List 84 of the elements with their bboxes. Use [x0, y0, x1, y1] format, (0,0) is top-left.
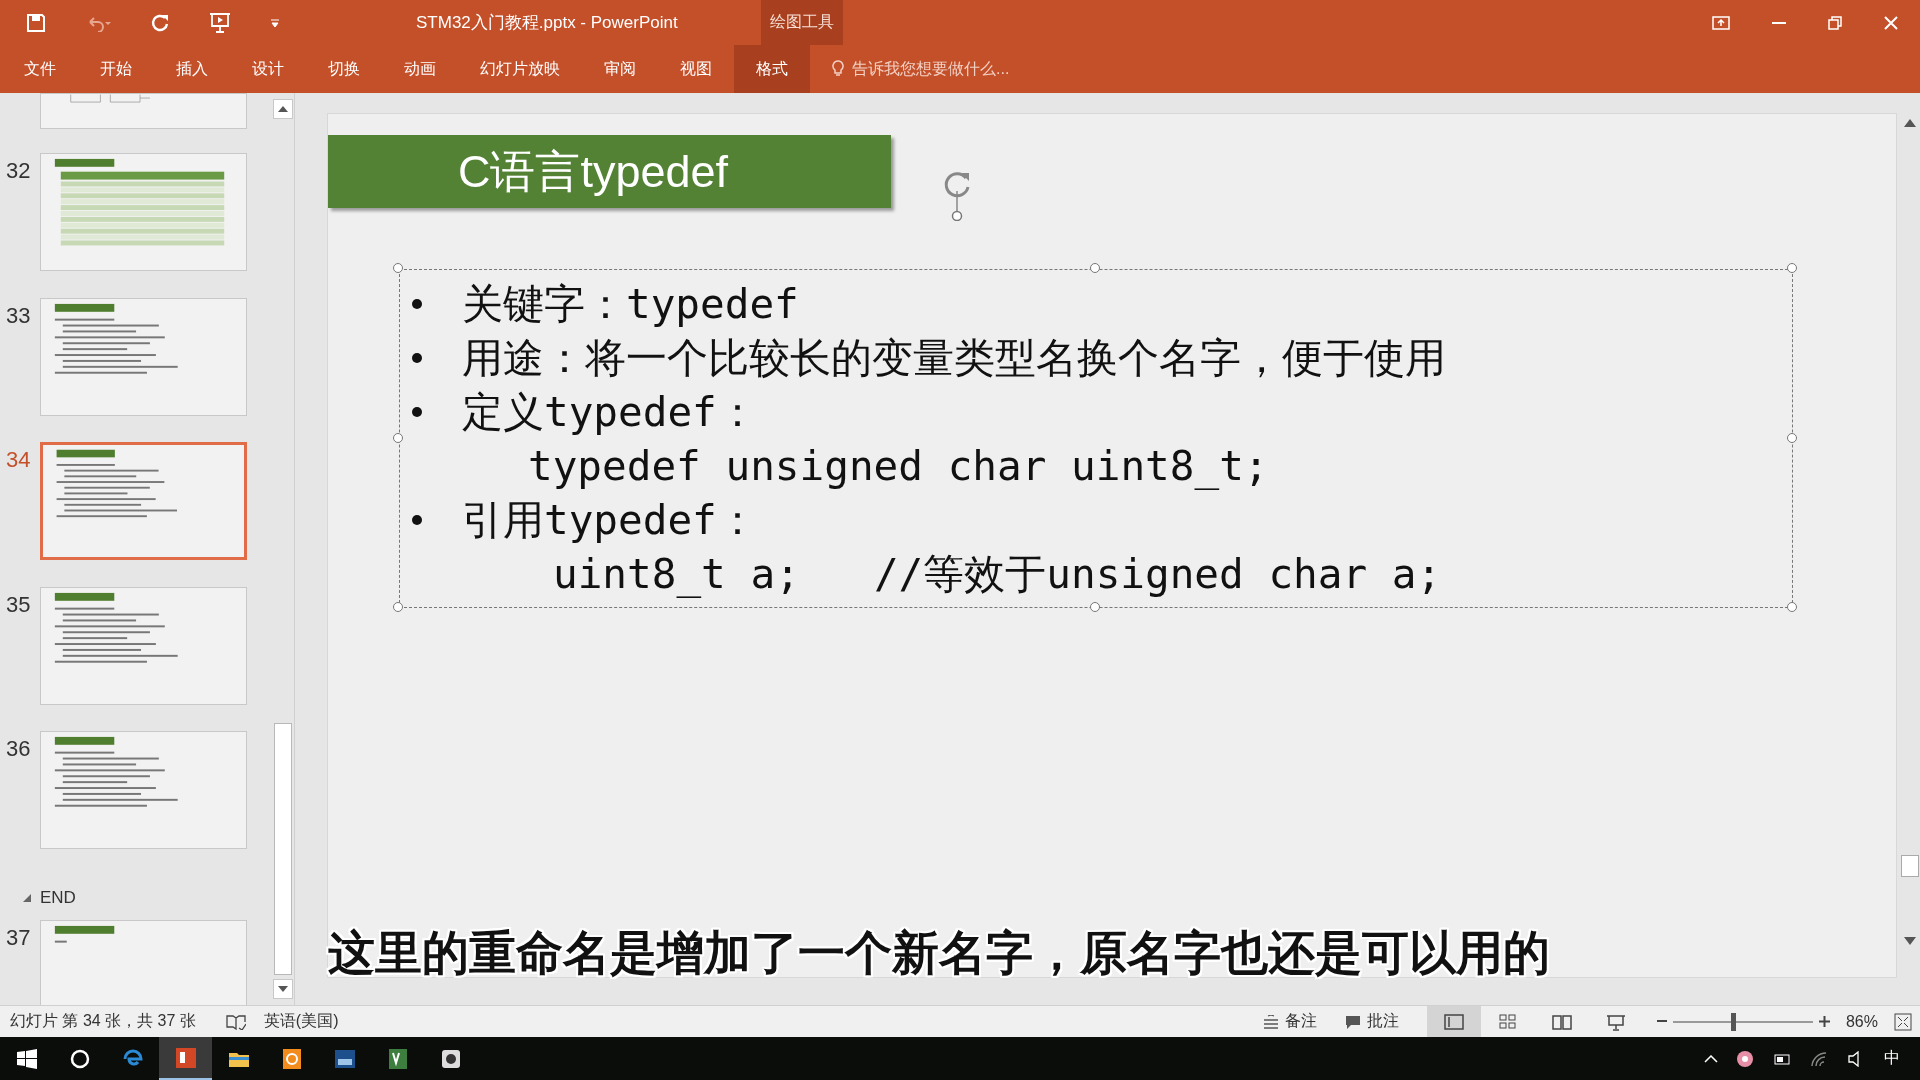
slide-number: 37: [5, 923, 32, 951]
battery-icon[interactable]: [1772, 1051, 1792, 1066]
view-icon: [1442, 1011, 1465, 1032]
dropdown-icon[interactable]: [270, 17, 280, 28]
zoom-out-icon[interactable]: [1656, 1020, 1667, 1023]
bullet-text: 关键字：typedef: [462, 278, 799, 330]
slide-thumbnail[interactable]: [40, 93, 247, 129]
slide-number: 35: [5, 590, 32, 618]
flower-icon[interactable]: [1736, 1049, 1754, 1068]
resize-handle[interactable]: [393, 263, 403, 273]
scrollbar-thumb[interactable]: [274, 723, 292, 975]
taskbar-app-icon[interactable]: [159, 1037, 212, 1080]
slide-number: 36: [5, 735, 32, 762]
comments-button[interactable]: 批注: [1344, 1011, 1399, 1032]
ribbon-tab[interactable]: 审阅: [582, 45, 658, 93]
resize-handle[interactable]: [1787, 263, 1797, 273]
save-icon[interactable]: [26, 12, 46, 33]
zoom-percent[interactable]: 86%: [1845, 1012, 1878, 1031]
bullet-icon: [412, 299, 422, 309]
resize-handle[interactable]: [393, 602, 403, 612]
chevron-up-icon[interactable]: [1704, 1054, 1718, 1063]
slide-thumbnail[interactable]: [40, 731, 247, 849]
language-label[interactable]: 英语(美国): [263, 1011, 339, 1032]
slide-thumbnail[interactable]: [40, 297, 247, 416]
tell-me-field[interactable]: 告诉我您想要做什么...: [850, 59, 1054, 79]
view-button[interactable]: [1426, 1006, 1481, 1037]
window-title: STM32入门教程.pptx - PowerPoint: [416, 12, 679, 34]
ribbon-tab[interactable]: 动画: [382, 45, 458, 93]
slide-number: 33: [5, 301, 32, 329]
resize-handle[interactable]: [1090, 602, 1100, 612]
scrollbar-thumb[interactable]: [1900, 855, 1919, 877]
ribbon-tab[interactable]: 设计: [230, 45, 306, 93]
fit-window-icon[interactable]: [1894, 1012, 1912, 1031]
slide-thumbnail[interactable]: [40, 586, 247, 705]
resize-handle[interactable]: [1787, 602, 1797, 612]
ribbon-tab[interactable]: 格式: [734, 45, 810, 93]
ribbon-tab[interactable]: 幻灯片放映: [458, 45, 582, 93]
presentation-icon[interactable]: [208, 11, 232, 34]
zoom-in-icon[interactable]: [1818, 1016, 1830, 1027]
close-icon[interactable]: [1884, 15, 1898, 30]
slide-thumbnail[interactable]: [40, 442, 247, 560]
ribbon-tab[interactable]: 文件: [0, 45, 78, 93]
slide-number: 32: [5, 157, 32, 184]
scroll-up-icon[interactable]: [1903, 119, 1916, 127]
scroll-down-icon[interactable]: [1903, 937, 1916, 945]
section-title[interactable]: END: [40, 887, 76, 908]
context-tab-group: 绘图工具: [761, 0, 843, 45]
view-icon: [1496, 1011, 1519, 1032]
code-line: uint8_t a; //等效于unsigned char a;: [553, 548, 1442, 600]
spellcheck-icon[interactable]: [225, 1013, 246, 1030]
restore-icon[interactable]: [1828, 15, 1842, 30]
ribbon-tab[interactable]: 开始: [78, 45, 154, 93]
input-method-indicator[interactable]: 中: [1884, 1048, 1900, 1069]
code-line: typedef unsigned char uint8_t;: [528, 442, 1269, 490]
slide-number: 34: [5, 446, 32, 473]
ribbon-tab[interactable]: 切换: [306, 45, 382, 93]
notes-button[interactable]: 备注: [1262, 1011, 1317, 1032]
repeat-icon[interactable]: [150, 12, 170, 33]
scroll-down-icon[interactable]: [273, 979, 293, 999]
resize-handle[interactable]: [393, 432, 403, 443]
ribbon-tab[interactable]: 插入: [154, 45, 230, 93]
slide-counter: 幻灯片 第 34 张，共 37 张: [9, 1011, 196, 1031]
windows-logo-icon: [16, 1048, 37, 1069]
slide-title: C语言typedef: [328, 135, 891, 208]
comment-icon: [1344, 1014, 1361, 1029]
ribbon-display-icon[interactable]: [1712, 15, 1730, 30]
notes-icon: [1262, 1014, 1279, 1029]
slide-thumbnail[interactable]: [40, 919, 247, 1005]
resize-handle[interactable]: [1787, 432, 1797, 443]
bullet-icon: [412, 407, 422, 417]
app-icon: [173, 1045, 198, 1070]
ribbon-tab[interactable]: 视图: [658, 45, 734, 93]
expand-caret-icon[interactable]: [22, 892, 32, 903]
circle-icon: [69, 1048, 90, 1069]
slide-thumbnail[interactable]: [40, 153, 247, 271]
video-subtitle: 这里的重命名是增加了一个新名字，原名字也还是可以用的: [328, 925, 1550, 981]
bullet-text: 定义typedef：: [462, 386, 758, 438]
resize-handle[interactable]: [1090, 263, 1100, 273]
bullet-icon: [412, 353, 422, 363]
bullet-text: 用途：将一个比较长的变量类型名换个名字，便于使用: [462, 332, 1446, 384]
bullet-text: 引用typedef：: [462, 494, 758, 546]
bullet-icon: [412, 515, 422, 525]
lightbulb-icon: [832, 60, 844, 78]
scroll-up-icon[interactable]: [273, 99, 293, 119]
